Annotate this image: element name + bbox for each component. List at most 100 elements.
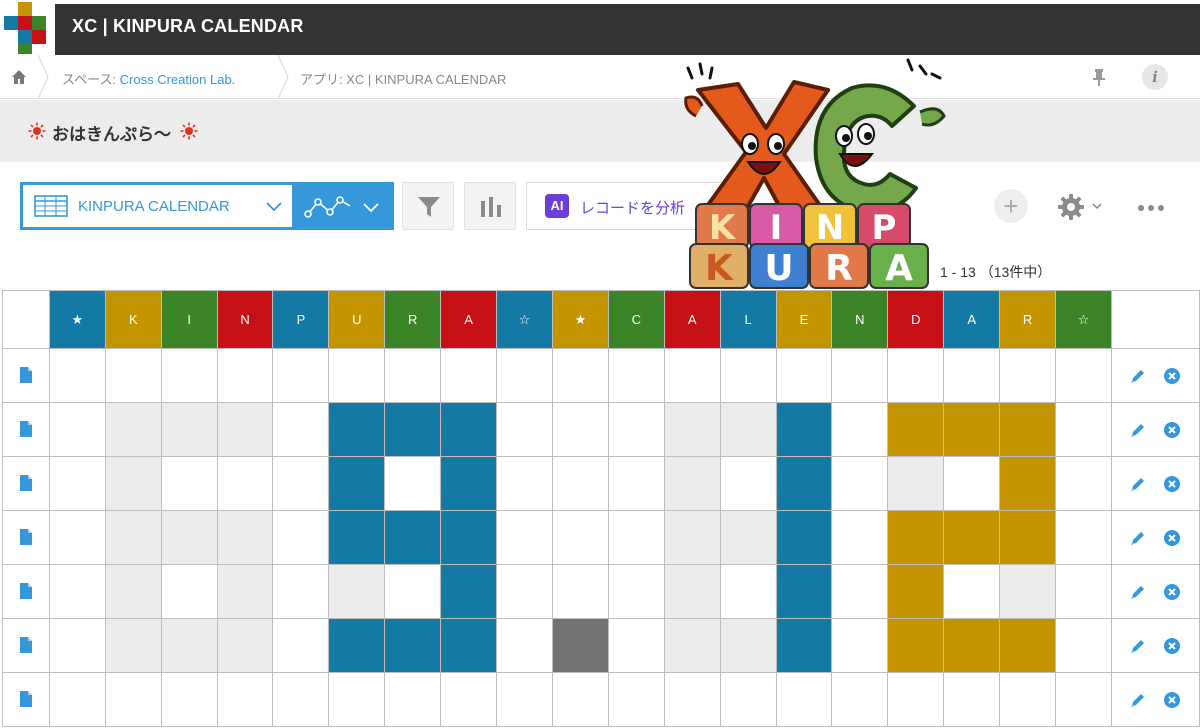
pencil-icon[interactable] — [1129, 367, 1147, 385]
pin-icon[interactable] — [1090, 67, 1108, 87]
table-row — [2, 564, 1200, 619]
document-icon[interactable] — [19, 528, 33, 546]
column-header-4[interactable]: P — [272, 290, 330, 349]
grid-cell — [216, 402, 274, 457]
delete-icon[interactable] — [1163, 529, 1181, 547]
grid-cell — [719, 618, 777, 673]
grid-cell — [160, 510, 218, 565]
column-header-18[interactable]: ☆ — [1054, 290, 1112, 349]
record-grid: ★ K I N P U R A ☆ ★ C A L E N D A R ☆ — [2, 290, 1200, 727]
breadcrumb: スペース: Cross Creation Lab. アプリ: XC | KINP… — [0, 55, 1200, 99]
document-icon[interactable] — [19, 582, 33, 600]
app-logo-icon — [4, 2, 46, 54]
xc-kinpura-mascot-icon: K I N P K U R A — [684, 58, 946, 289]
column-header-8[interactable]: ☆ — [496, 290, 553, 349]
grid-cell — [663, 510, 721, 565]
pencil-icon[interactable] — [1129, 421, 1147, 439]
pencil-icon[interactable] — [1129, 583, 1147, 601]
column-header-12[interactable]: L — [719, 290, 777, 349]
record-detail-cell[interactable] — [2, 564, 50, 619]
delete-icon[interactable] — [1163, 475, 1181, 493]
column-header-15[interactable]: D — [887, 290, 945, 349]
column-header-9[interactable]: ★ — [551, 290, 609, 349]
grid-cell — [607, 402, 665, 457]
grid-cell — [384, 456, 442, 511]
gear-icon[interactable] — [1057, 193, 1085, 221]
grid-cell — [831, 672, 889, 727]
grid-cell — [551, 672, 609, 727]
svg-text:K: K — [705, 248, 734, 289]
grid-cell — [440, 618, 498, 673]
breadcrumb-space[interactable]: スペース: Cross Creation Lab. — [62, 69, 235, 88]
delete-icon[interactable] — [1163, 421, 1181, 439]
column-header-13[interactable]: E — [775, 290, 833, 349]
record-detail-cell[interactable] — [2, 618, 50, 673]
column-header-16[interactable]: A — [943, 290, 1001, 349]
notice-text: おはきんぷら〜 — [52, 125, 171, 144]
row-actions-cell — [1110, 672, 1200, 727]
column-header-3[interactable]: N — [216, 290, 274, 349]
row-actions-cell — [1110, 348, 1200, 403]
breadcrumb-space-link[interactable]: Cross Creation Lab. — [120, 72, 236, 87]
grid-cell — [160, 402, 218, 457]
grid-cell — [999, 348, 1056, 403]
grid-cell — [719, 564, 777, 619]
grid-cell — [104, 348, 162, 403]
pencil-icon[interactable] — [1129, 637, 1147, 655]
record-detail-cell[interactable] — [2, 348, 50, 403]
grid-cell — [719, 348, 777, 403]
more-options-icon[interactable] — [1136, 203, 1166, 213]
grid-cell — [551, 348, 609, 403]
column-header-17[interactable]: R — [999, 290, 1056, 349]
column-header-11[interactable]: A — [663, 290, 721, 349]
pencil-icon[interactable] — [1129, 529, 1147, 547]
pencil-icon[interactable] — [1129, 691, 1147, 709]
table-row — [2, 402, 1200, 457]
document-icon[interactable] — [19, 474, 33, 492]
grid-cell — [831, 564, 889, 619]
grid-cell — [384, 564, 442, 619]
column-header-14[interactable]: N — [831, 290, 889, 349]
table-row — [2, 348, 1200, 403]
header-row: ★ K I N P U R A ☆ ★ C A L E N D A R ☆ — [2, 290, 1200, 349]
pencil-icon[interactable] — [1129, 475, 1147, 493]
delete-icon[interactable] — [1163, 691, 1181, 709]
record-detail-cell[interactable] — [2, 456, 50, 511]
info-icon[interactable]: i — [1142, 64, 1168, 90]
record-detail-cell[interactable] — [2, 510, 50, 565]
graph-chart-button[interactable] — [464, 182, 516, 230]
document-icon[interactable] — [19, 636, 33, 654]
chevron-down-icon — [363, 203, 379, 213]
delete-icon[interactable] — [1163, 583, 1181, 601]
grid-cell — [328, 564, 386, 619]
grid-cell — [440, 402, 498, 457]
record-detail-cell[interactable] — [2, 672, 50, 727]
record-table: ★ K I N P U R A ☆ ★ C A L E N D A R ☆ — [2, 290, 1200, 727]
column-header-0[interactable]: ★ — [48, 290, 106, 349]
grid-cell — [1054, 348, 1112, 403]
grid-cell — [831, 348, 889, 403]
column-header-5[interactable]: U — [328, 290, 386, 349]
column-header-1[interactable]: K — [104, 290, 162, 349]
grid-cell — [551, 402, 609, 457]
grid-cell — [1054, 618, 1112, 673]
header-actions-cell — [1110, 290, 1200, 349]
grid-cell — [328, 510, 386, 565]
delete-icon[interactable] — [1163, 637, 1181, 655]
document-icon[interactable] — [19, 420, 33, 438]
filter-button[interactable] — [402, 182, 454, 230]
document-icon[interactable] — [19, 366, 33, 384]
record-detail-cell[interactable] — [2, 402, 50, 457]
grid-cell — [48, 348, 106, 403]
column-header-2[interactable]: I — [160, 290, 218, 349]
column-header-6[interactable]: R — [384, 290, 442, 349]
delete-icon[interactable] — [1163, 367, 1181, 385]
grid-cell — [887, 564, 945, 619]
breadcrumb-app[interactable]: アプリ: XC | KINPURA CALENDAR — [300, 69, 506, 88]
document-icon[interactable] — [19, 690, 33, 708]
column-header-7[interactable]: A — [440, 290, 498, 349]
row-actions-cell — [1110, 456, 1200, 511]
column-header-10[interactable]: C — [607, 290, 665, 349]
add-record-button[interactable]: + — [994, 189, 1028, 223]
home-icon[interactable] — [10, 68, 28, 86]
